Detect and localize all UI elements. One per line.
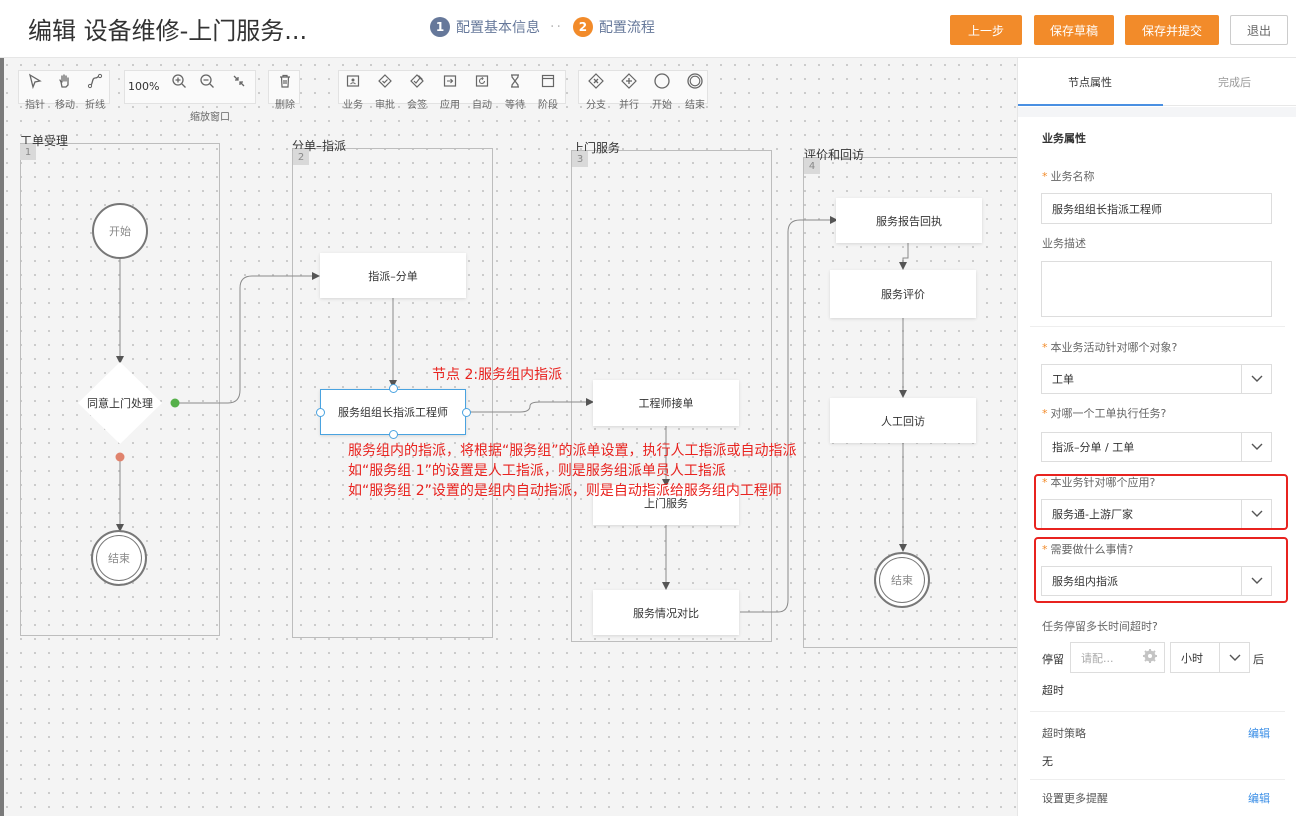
- timeout-strategy-edit-link[interactable]: 编辑: [1248, 725, 1270, 741]
- edge-decision-to-assign: [175, 272, 320, 404]
- timeout-strategy-label: 超时策略: [1042, 727, 1086, 740]
- panel-tabs: 节点属性 完成后: [1018, 58, 1296, 106]
- node-handle-bottom[interactable]: [389, 430, 398, 439]
- timeout-question: 任务停留多长时间超时?: [1042, 620, 1158, 633]
- object-value: 工单: [1052, 373, 1074, 386]
- after-label: 后: [1253, 653, 1264, 666]
- divider: [1030, 711, 1285, 712]
- stay-placeholder: 请配...: [1081, 651, 1114, 665]
- task-service-evaluate[interactable]: 服务评价: [830, 270, 976, 318]
- edge-report-to-evaluate: [899, 243, 909, 270]
- edge-leader-to-engineer: [466, 398, 594, 413]
- annotation-line-2: 如“服务组 1”的设置是人工指派，则是服务组派单员人工指派: [348, 463, 726, 479]
- highlight-box: [1034, 474, 1288, 530]
- tab-after-complete[interactable]: 完成后: [1218, 74, 1251, 90]
- exit-button[interactable]: 退出: [1230, 15, 1288, 45]
- tab-node-props[interactable]: 节点属性: [1068, 74, 1112, 90]
- decision-node[interactable]: 同意上门处理: [78, 362, 162, 444]
- properties-panel: 节点属性 完成后 业务属性 * 业务名称 服务组组长指派工程师 业务描述 * 本业务…: [1017, 58, 1296, 816]
- name-label: * 业务名称: [1042, 170, 1095, 183]
- task-assign-split[interactable]: 指派–分单: [320, 253, 466, 298]
- success-port[interactable]: [170, 398, 180, 408]
- gear-icon[interactable]: [1142, 648, 1158, 667]
- save-draft-button[interactable]: 保存草稿: [1034, 15, 1114, 45]
- section-title: 业务属性: [1042, 132, 1086, 145]
- edge-compare-to-report: [740, 216, 838, 613]
- reject-port[interactable]: [115, 452, 125, 462]
- task-manual-revisit[interactable]: 人工回访: [830, 398, 976, 443]
- node-handle-right[interactable]: [462, 408, 471, 417]
- timeout-label: 超时: [1042, 684, 1064, 697]
- annotation-line-3: 如“服务组 2”设置的是组内自动指派，则是自动指派给服务组内工程师: [348, 483, 782, 499]
- save-submit-button[interactable]: 保存并提交: [1125, 15, 1219, 45]
- divider: [1030, 779, 1285, 780]
- business-name-input[interactable]: 服务组组长指派工程师: [1041, 193, 1272, 224]
- node-handle-top[interactable]: [389, 384, 398, 393]
- stay-label: 停留: [1042, 653, 1064, 666]
- timeout-strategy-value: 无: [1042, 755, 1053, 768]
- task-service-report[interactable]: 服务报告回执: [836, 198, 982, 243]
- unit-value: 小时: [1181, 651, 1203, 665]
- annotation-line-1: 服务组内的指派，将根据“服务组”的派单设置，执行人工指派或自动指派: [348, 443, 797, 459]
- desc-label: 业务描述: [1042, 237, 1086, 250]
- highlight-box: [1034, 537, 1288, 603]
- object-label: * 本业务活动针对哪个对象?: [1042, 341, 1178, 354]
- divider: [1030, 326, 1285, 327]
- task-value: 指派–分单 / 工单: [1052, 441, 1135, 454]
- start-event-node[interactable]: 开始: [92, 203, 148, 259]
- end-event-node-2[interactable]: 结束: [874, 552, 930, 608]
- reminder-label: 设置更多提醒: [1042, 792, 1108, 805]
- task-select[interactable]: 指派–分单 / 工单: [1041, 432, 1272, 462]
- end-event-node[interactable]: 结束: [91, 530, 147, 586]
- section-gap: [1018, 107, 1296, 117]
- unit-select[interactable]: 小时: [1170, 642, 1250, 673]
- chevron-down-icon: [1241, 365, 1271, 393]
- reminder-edit-link[interactable]: 编辑: [1248, 790, 1270, 806]
- stay-duration-input[interactable]: 请配...: [1070, 642, 1165, 673]
- annotation-node-title: 节点 2:服务组内指派: [432, 367, 563, 383]
- task-group-leader-assign[interactable]: 服务组组长指派工程师: [320, 389, 466, 435]
- business-desc-textarea[interactable]: [1041, 261, 1272, 317]
- task-engineer-accept[interactable]: 工程师接单: [593, 380, 739, 426]
- task-label: * 对哪一个工单执行任务?: [1042, 407, 1167, 420]
- task-service-compare[interactable]: 服务情况对比: [593, 590, 739, 635]
- chevron-down-icon: [1219, 643, 1249, 672]
- active-tab-indicator: [1018, 104, 1163, 106]
- node-handle-left[interactable]: [316, 408, 325, 417]
- chevron-down-icon: [1241, 433, 1271, 461]
- object-select[interactable]: 工单: [1041, 364, 1272, 394]
- decision-label: 同意上门处理: [87, 397, 153, 410]
